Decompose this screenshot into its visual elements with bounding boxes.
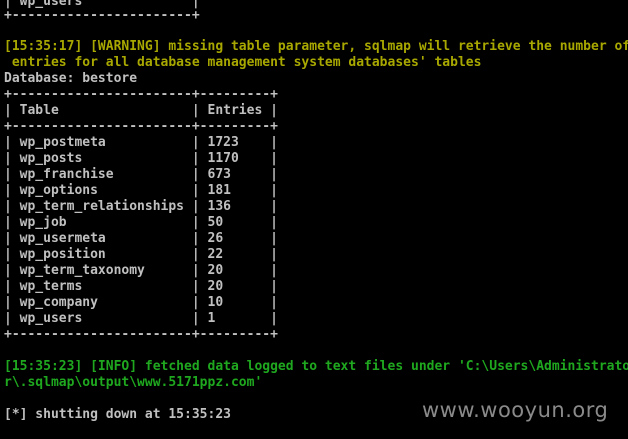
warning-message-line-2: entries for all database management syst… — [4, 55, 482, 70]
watermark: www.wooyun.org — [422, 398, 609, 422]
table-row: | wp_options | 181 | — [4, 183, 278, 198]
table-row: | wp_job | 50 | — [4, 215, 278, 230]
table-row: | wp_company | 10 | — [4, 295, 278, 310]
table-row: | wp_posts | 1170 | — [4, 151, 278, 166]
table-row: | wp_terms | 20 | — [4, 279, 278, 294]
table-border-bottom: +-----------------------+---------+ — [4, 327, 278, 342]
table-header-row: | Table | Entries | — [4, 103, 278, 118]
console-window[interactable]: | wp_users | +-----------------------+ [… — [0, 0, 628, 439]
info-message-line-2: r\.sqlmap\output\www.5171ppz.com' — [4, 375, 263, 390]
table-row: | wp_term_relationships | 136 | — [4, 199, 278, 214]
table-row: | wp_usermeta | 26 | — [4, 231, 278, 246]
table-border-previous: +-----------------------+ — [4, 8, 200, 23]
info-message-line-1: [15:35:23] [INFO] fetched data logged to… — [4, 359, 628, 374]
table-border-header: +-----------------------+---------+ — [4, 119, 278, 134]
table-row: | wp_term_taxonomy | 20 | — [4, 263, 278, 278]
table-row: | wp_franchise | 673 | — [4, 167, 278, 182]
table-row: | wp_postmeta | 1723 | — [4, 135, 278, 150]
table-row: | wp_position | 22 | — [4, 247, 278, 262]
table-border-top: +-----------------------+---------+ — [4, 87, 278, 102]
table-row: | wp_users | 1 | — [4, 311, 278, 326]
warning-message-line-1: [15:35:17] [WARNING] missing table param… — [4, 39, 628, 54]
database-name: Database: bestore — [4, 71, 138, 86]
